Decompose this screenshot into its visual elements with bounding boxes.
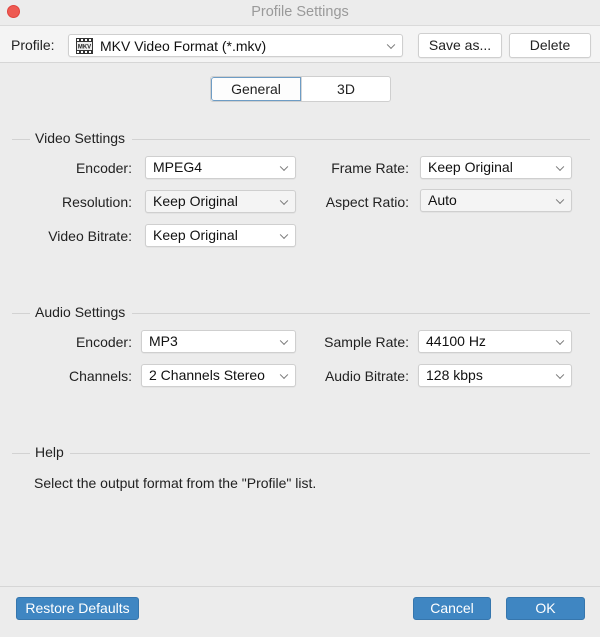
settings-tabs: General 3D [210,76,391,102]
divider [132,139,590,140]
title-bar: Profile Settings [0,0,600,25]
window-title: Profile Settings [251,4,349,20]
chevron-down-icon [555,195,565,204]
divider [132,313,590,314]
divider [12,139,30,140]
chevron-down-icon [279,196,289,205]
tab-3d[interactable]: 3D [301,77,390,101]
audio-encoder-select[interactable]: MP3 [141,330,296,353]
frame-rate-value: Keep Original [428,159,513,175]
delete-button[interactable]: Delete [509,33,591,58]
divider [66,453,590,454]
mkv-icon-text: MKV [78,45,91,51]
chevron-down-icon [279,230,289,239]
audio-bitrate-value: 128 kbps [426,367,483,383]
help-title: Help [35,444,70,460]
divider [12,313,30,314]
restore-defaults-button[interactable]: Restore Defaults [16,597,139,620]
sample-rate-label: Sample Rate: [324,334,409,350]
chevron-down-icon [279,162,289,171]
profile-select[interactable]: MKV MKV Video Format (*.mkv) [68,34,403,57]
cancel-button[interactable]: Cancel [413,597,491,620]
profile-toolbar: Profile: MKV MKV Video Format (*.mkv) Sa… [0,25,600,63]
audio-bitrate-label: Audio Bitrate: [324,368,409,384]
resolution-label: Resolution: [61,194,132,210]
audio-settings-header: Audio Settings [0,303,600,323]
audio-settings-title: Audio Settings [35,304,132,320]
video-bitrate-label: Video Bitrate: [48,228,132,244]
video-encoder-value: MPEG4 [153,159,203,175]
chevron-down-icon [555,162,565,171]
audio-encoder-label: Encoder: [75,334,132,350]
frame-rate-select[interactable]: Keep Original [420,156,572,179]
frame-rate-label: Frame Rate: [331,160,409,176]
video-encoder-select[interactable]: MPEG4 [145,156,296,179]
video-encoder-label: Encoder: [75,160,132,176]
audio-bitrate-select[interactable]: 128 kbps [418,364,572,387]
video-settings-title: Video Settings [35,130,132,146]
video-bitrate-value: Keep Original [153,227,238,243]
aspect-ratio-select[interactable]: Auto [420,189,572,212]
chevron-down-icon [279,370,289,379]
sample-rate-select[interactable]: 44100 Hz [418,330,572,353]
video-settings-header: Video Settings [0,129,600,149]
help-header: Help [0,443,600,463]
profile-selected-value: MKV Video Format (*.mkv) [100,38,267,54]
video-bitrate-select[interactable]: Keep Original [145,224,296,247]
channels-label: Channels: [68,368,132,384]
chevron-down-icon [555,336,565,345]
channels-value: 2 Channels Stereo [149,367,265,383]
resolution-value: Keep Original [153,193,238,209]
profile-label: Profile: [11,37,55,53]
help-text: Select the output format from the "Profi… [34,475,317,491]
tab-general[interactable]: General [211,77,301,101]
ok-button[interactable]: OK [506,597,585,620]
divider [12,453,30,454]
sample-rate-value: 44100 Hz [426,333,486,349]
aspect-ratio-label: Aspect Ratio: [325,194,409,210]
aspect-ratio-value: Auto [428,192,457,208]
audio-encoder-value: MP3 [149,333,178,349]
save-as-button[interactable]: Save as... [418,33,502,58]
chevron-down-icon [555,370,565,379]
mkv-film-icon: MKV [76,38,93,54]
channels-select[interactable]: 2 Channels Stereo [141,364,296,387]
close-window-button[interactable] [7,5,20,18]
chevron-down-icon [386,40,396,49]
footer-divider [0,586,600,587]
resolution-select[interactable]: Keep Original [145,190,296,213]
chevron-down-icon [279,336,289,345]
